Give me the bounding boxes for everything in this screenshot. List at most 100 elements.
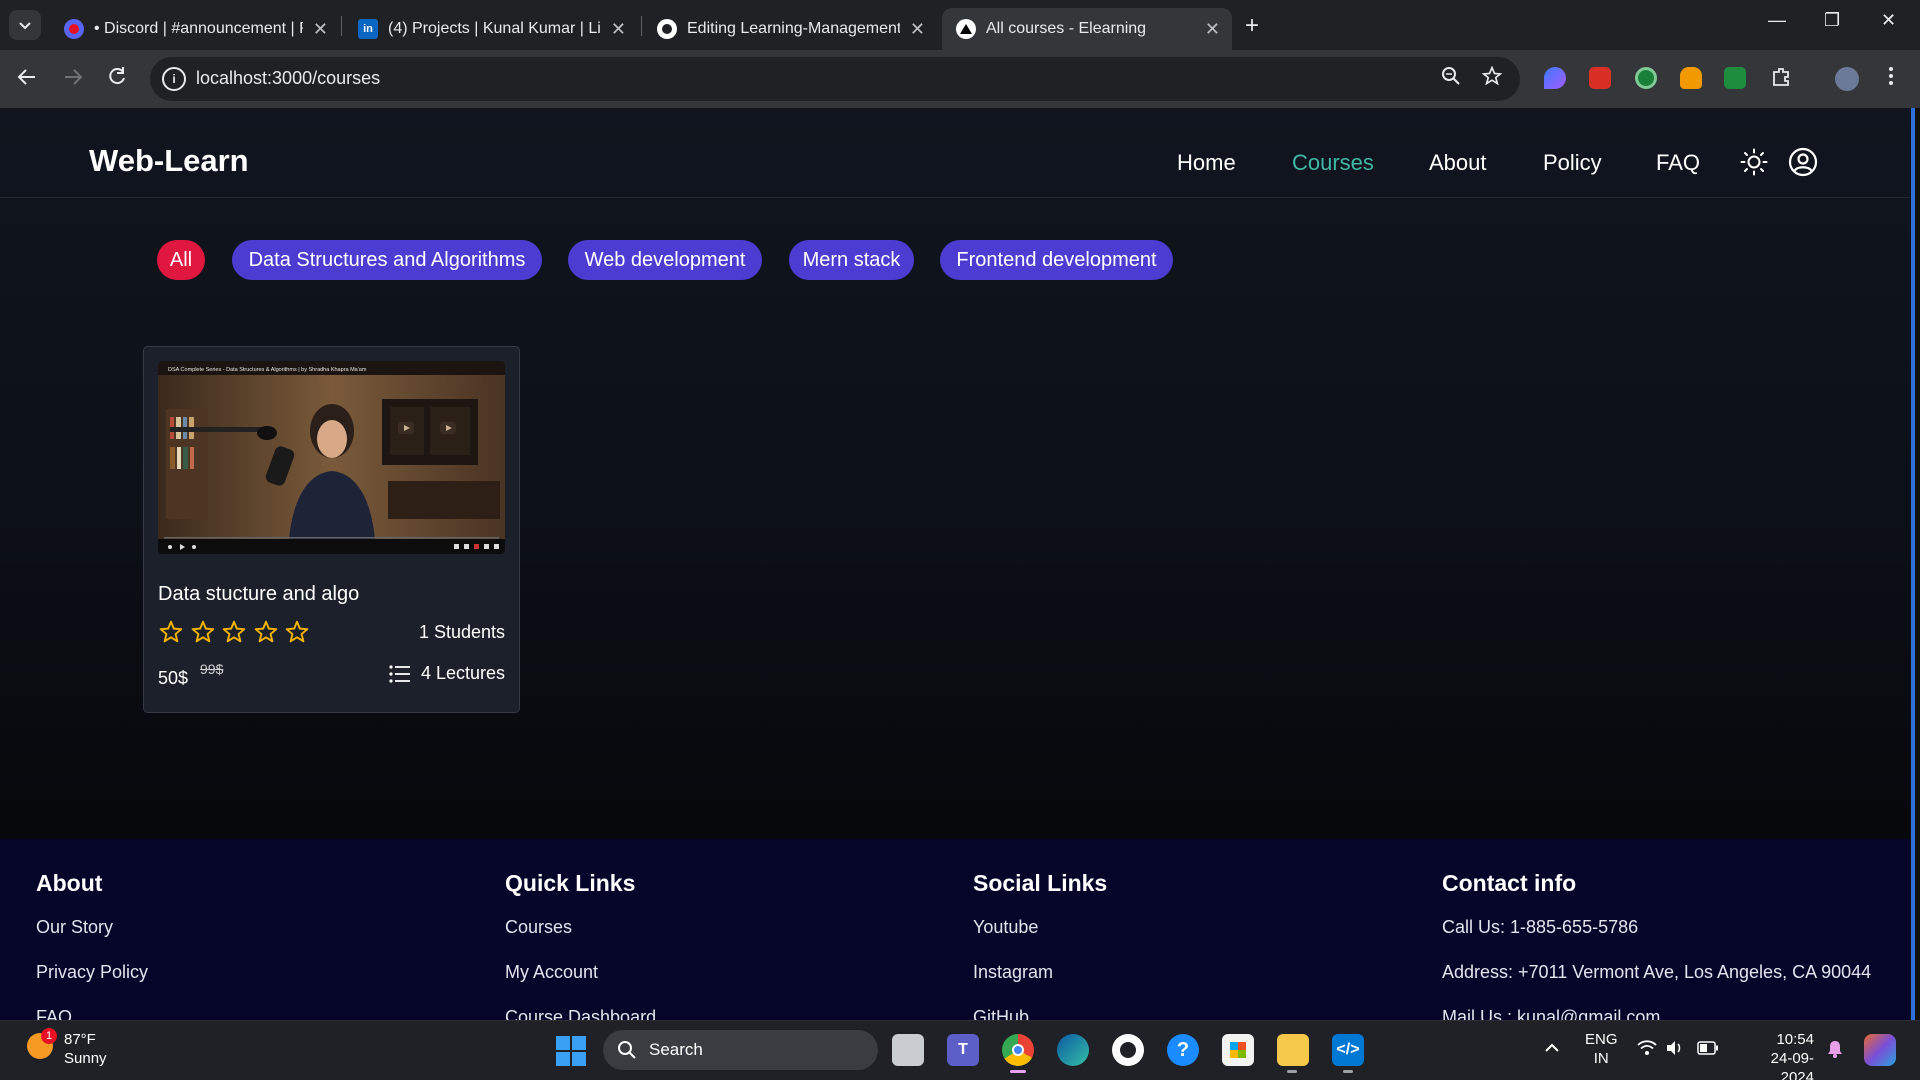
- footer-link-instagram[interactable]: Instagram: [973, 961, 1107, 1006]
- course-card[interactable]: DSA Complete Series - Data Structures & …: [143, 346, 520, 713]
- nav-policy[interactable]: Policy: [1543, 150, 1602, 176]
- weather-badge: 1: [41, 1028, 57, 1044]
- file-explorer-icon[interactable]: [1277, 1034, 1309, 1066]
- tray-overflow-chevron-icon[interactable]: [1544, 1040, 1560, 1057]
- github-desktop-icon[interactable]: [1112, 1034, 1144, 1066]
- extension-green-icon[interactable]: [1724, 67, 1746, 89]
- footer-link-course-dashboard[interactable]: Course Dashboard: [505, 1006, 656, 1020]
- help-icon[interactable]: ?: [1167, 1034, 1199, 1066]
- tab-close-icon[interactable]: ✕: [611, 19, 626, 40]
- language-code: ENG: [1585, 1031, 1618, 1048]
- footer-link-our-story[interactable]: Our Story: [36, 916, 148, 961]
- explorer-running-indicator: [1287, 1070, 1297, 1073]
- weather-temperature[interactable]: 87°F: [64, 1031, 96, 1048]
- site-info-icon[interactable]: i: [162, 67, 186, 91]
- chrome-icon[interactable]: [1002, 1034, 1034, 1066]
- nav-home[interactable]: Home: [1177, 150, 1236, 176]
- tab-search-button[interactable]: [9, 10, 41, 40]
- filter-chip-frontend-development[interactable]: Frontend development: [940, 240, 1173, 280]
- language-indicator[interactable]: ENG IN: [1585, 1030, 1618, 1068]
- filter-chip-dsa[interactable]: Data Structures and Algorithms: [232, 240, 542, 280]
- footer-quick-links: Quick Links Courses My Account Course Da…: [505, 870, 656, 1020]
- battery-icon[interactable]: [1697, 1041, 1719, 1059]
- footer-link-courses[interactable]: Courses: [505, 916, 656, 961]
- teams-icon[interactable]: T: [947, 1034, 979, 1066]
- contact-phone: Call Us: 1-885-655-5786: [1442, 917, 1639, 937]
- discord-favicon-icon: [64, 19, 84, 39]
- contact-address: Address: +7011 Vermont Ave, Los Angeles,…: [1442, 962, 1872, 982]
- volume-icon[interactable]: [1665, 1040, 1683, 1060]
- taskbar-search[interactable]: Search: [603, 1030, 878, 1070]
- course-thumbnail[interactable]: DSA Complete Series - Data Structures & …: [158, 361, 505, 554]
- tab-separator: [341, 16, 342, 36]
- extension-orange-icon[interactable]: [1680, 67, 1702, 89]
- clock[interactable]: 10:54 24-09-2024: [1740, 1030, 1814, 1080]
- filter-chip-web-development[interactable]: Web development: [568, 240, 762, 280]
- chrome-active-indicator: [1010, 1070, 1026, 1073]
- tab-github[interactable]: Editing Learning-Management- ✕: [643, 8, 937, 50]
- nav-courses[interactable]: Courses: [1292, 150, 1374, 176]
- url-text[interactable]: localhost:3000/courses: [196, 68, 380, 89]
- forward-button[interactable]: [62, 66, 84, 94]
- task-view-icon[interactable]: [892, 1034, 924, 1066]
- extension-target-icon[interactable]: [1635, 67, 1657, 89]
- edge-icon[interactable]: [1057, 1034, 1089, 1066]
- tab-separator: [641, 16, 642, 36]
- filter-chip-mern-stack[interactable]: Mern stack: [789, 240, 914, 280]
- extensions-puzzle-icon[interactable]: [1770, 66, 1792, 94]
- tab-close-icon[interactable]: ✕: [313, 19, 328, 40]
- footer-link-faq[interactable]: FAQ: [36, 1006, 148, 1020]
- reload-button[interactable]: [106, 66, 128, 94]
- footer-contact-info: Contact info Call Us: 1-885-655-5786 Add…: [1442, 870, 1871, 1020]
- footer-heading: Quick Links: [505, 870, 636, 896]
- star-outline-icon: [222, 620, 246, 643]
- profile-avatar[interactable]: [1835, 67, 1859, 91]
- course-title[interactable]: Data stucture and algo: [158, 583, 359, 606]
- footer-link-youtube[interactable]: Youtube: [973, 916, 1107, 961]
- wifi-icon[interactable]: [1637, 1040, 1657, 1060]
- tab-close-icon[interactable]: ✕: [1205, 19, 1220, 40]
- sun-icon[interactable]: [1740, 148, 1768, 176]
- windows-start-icon[interactable]: [556, 1036, 586, 1066]
- footer-social-links: Social Links Youtube Instagram GitHub: [973, 870, 1107, 1020]
- student-count: 1 Students: [418, 622, 505, 642]
- restore-button[interactable]: ❐: [1824, 10, 1840, 31]
- tab-close-icon[interactable]: ✕: [910, 19, 925, 40]
- tab-linkedin[interactable]: in (4) Projects | Kunal Kumar | Link ✕: [344, 8, 638, 50]
- site-logo[interactable]: Web-Learn: [89, 143, 249, 179]
- site-header: Web-Learn Home Courses About Policy FAQ: [0, 108, 1910, 198]
- back-button[interactable]: [16, 66, 38, 94]
- footer-about: About Our Story Privacy Policy FAQ: [36, 870, 148, 1020]
- zoom-icon[interactable]: [1441, 66, 1461, 92]
- page-viewport: Web-Learn Home Courses About Policy FAQ …: [0, 108, 1910, 1020]
- extension-drop-icon[interactable]: [1544, 67, 1566, 89]
- clock-date: 24-09-2024: [1770, 1050, 1814, 1080]
- footer-heading: Contact info: [1442, 870, 1577, 896]
- microsoft-store-icon[interactable]: [1222, 1034, 1254, 1066]
- reload-icon: [109, 67, 125, 85]
- footer-link-github[interactable]: GitHub: [973, 1006, 1107, 1020]
- tab-discord[interactable]: • Discord | #announcement | Pi ✕: [50, 8, 340, 50]
- filter-chip-all[interactable]: All: [157, 240, 205, 280]
- footer-link-privacy-policy[interactable]: Privacy Policy: [36, 961, 148, 1006]
- new-tab-button[interactable]: +: [1245, 12, 1259, 40]
- weather-description[interactable]: Sunny: [64, 1050, 107, 1067]
- minimize-button[interactable]: —: [1768, 10, 1786, 31]
- page-scrollbar-thumb[interactable]: [1911, 108, 1915, 1020]
- nav-about[interactable]: About: [1429, 150, 1487, 176]
- vscode-icon[interactable]: </>: [1332, 1034, 1364, 1066]
- tab-all-courses[interactable]: All courses - Elearning ✕: [942, 8, 1232, 50]
- user-account-icon[interactable]: [1788, 147, 1818, 177]
- extension-red-icon[interactable]: [1589, 67, 1611, 89]
- lecture-count-label: 4 Lectures: [420, 663, 505, 683]
- contact-email[interactable]: Mail Us : kunal@gmail.com: [1442, 1006, 1871, 1020]
- nextjs-favicon-icon: [956, 19, 976, 39]
- footer-link-my-account[interactable]: My Account: [505, 961, 656, 1006]
- nav-faq[interactable]: FAQ: [1656, 150, 1700, 176]
- notification-bell-icon[interactable]: [1827, 1040, 1843, 1062]
- close-window-button[interactable]: ✕: [1881, 10, 1896, 31]
- copilot-icon[interactable]: [1864, 1034, 1896, 1066]
- github-favicon-icon: [657, 19, 677, 39]
- more-menu-icon[interactable]: [1888, 66, 1894, 92]
- bookmark-star-icon[interactable]: [1481, 65, 1503, 92]
